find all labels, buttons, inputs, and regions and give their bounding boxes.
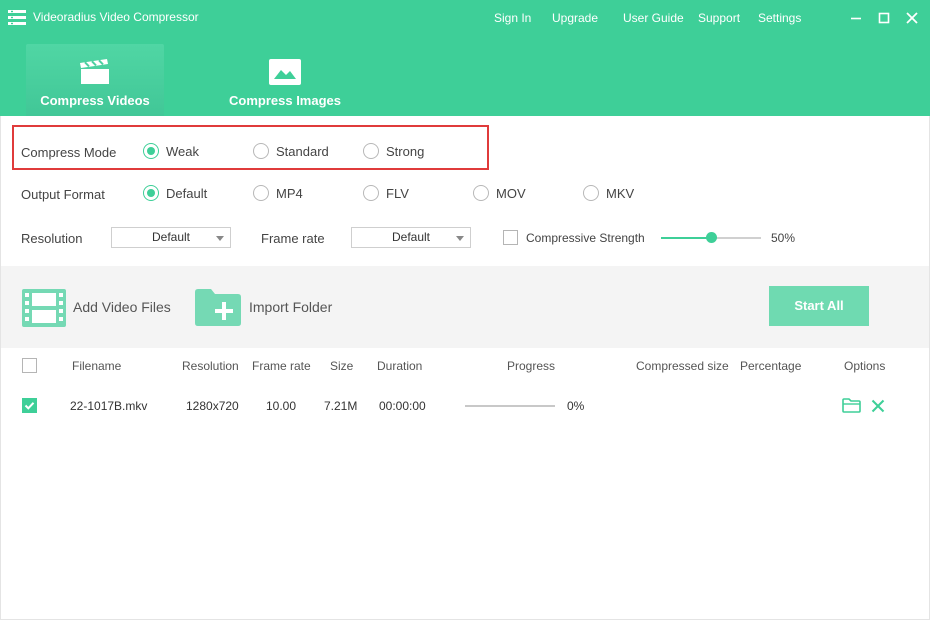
compress-mode-weak-label: Weak (166, 144, 199, 159)
tab-compress-images-label: Compress Images (229, 93, 341, 108)
image-icon (269, 59, 301, 85)
col-options: Options (844, 359, 886, 373)
col-duration: Duration (377, 359, 423, 373)
compress-mode-strong-radio[interactable] (363, 143, 379, 159)
settings-link[interactable]: Settings (758, 11, 801, 25)
output-format-mp4-radio[interactable] (253, 185, 269, 201)
compress-mode-weak-radio[interactable] (143, 143, 159, 159)
output-format-flv-radio[interactable] (363, 185, 379, 201)
resolution-label: Resolution (21, 231, 83, 246)
output-format-flv-label: FLV (386, 186, 409, 201)
output-format-mov-label: MOV (496, 186, 526, 201)
col-percentage: Percentage (740, 359, 802, 373)
output-format-mp4-label: MP4 (276, 186, 303, 201)
open-folder-icon[interactable] (842, 398, 861, 413)
title-bar: Videoradius Video Compressor Sign In Upg… (0, 0, 930, 36)
compress-mode-label: Compress Mode (21, 145, 117, 160)
output-format-default-radio[interactable] (143, 185, 159, 201)
frame-rate-select[interactable]: Default (351, 227, 471, 248)
output-format-mov-radio[interactable] (473, 185, 489, 201)
resolution-select[interactable]: Default (111, 227, 231, 248)
add-video-files-button[interactable]: Add Video Files (73, 299, 171, 315)
row-progress-bar (465, 405, 555, 407)
row-progress-text: 0% (567, 399, 585, 413)
tab-compress-images[interactable]: Compress Images (218, 44, 352, 116)
window-border-left (0, 116, 1, 620)
col-frame-rate: Frame rate (252, 359, 311, 373)
support-link[interactable]: Support (698, 11, 740, 25)
select-all-checkbox[interactable] (22, 358, 37, 373)
close-icon[interactable] (904, 10, 920, 26)
row-size: 7.21M (324, 399, 358, 413)
frame-rate-label: Frame rate (261, 231, 325, 246)
folder-add-icon[interactable] (195, 288, 241, 326)
delete-icon[interactable] (871, 399, 885, 413)
user-guide-link[interactable]: User Guide (623, 11, 684, 25)
row-filename: 22-1017B.mkv (70, 399, 148, 413)
compressive-strength-value: 50% (771, 231, 796, 245)
col-filename: Filename (72, 359, 122, 373)
start-all-button[interactable]: Start All (769, 286, 869, 326)
output-format-default-label: Default (166, 186, 208, 201)
row-frame-rate: 10.00 (266, 399, 297, 413)
output-format-mkv-label: MKV (606, 186, 635, 201)
output-format-mkv-radio[interactable] (583, 185, 599, 201)
row-duration: 00:00:00 (379, 399, 426, 413)
row-resolution: 1280x720 (186, 399, 239, 413)
col-resolution: Resolution (182, 359, 239, 373)
clapperboard-icon (80, 59, 109, 84)
tab-compress-videos-label: Compress Videos (40, 93, 150, 108)
film-strip-icon[interactable] (22, 289, 66, 327)
col-size: Size (330, 359, 354, 373)
compress-mode-standard-label: Standard (276, 144, 329, 159)
minimize-icon[interactable] (848, 10, 864, 26)
maximize-icon[interactable] (876, 10, 892, 26)
col-compressed-size: Compressed size (636, 359, 729, 373)
compressive-strength-checkbox[interactable] (503, 230, 518, 245)
frame-rate-select-value: Default (391, 230, 431, 244)
resolution-select-value: Default (151, 230, 191, 244)
col-progress: Progress (507, 359, 556, 373)
slider-fill (661, 237, 711, 239)
app-title: Videoradius Video Compressor (33, 10, 199, 24)
check-icon (24, 402, 35, 410)
sign-in-link[interactable]: Sign In (494, 11, 531, 25)
slider-thumb[interactable] (705, 232, 717, 243)
output-format-label: Output Format (21, 187, 105, 202)
chevron-down-icon (216, 236, 224, 241)
import-folder-button[interactable]: Import Folder (249, 299, 332, 315)
row-checkbox[interactable] (22, 398, 37, 413)
compress-mode-standard-radio[interactable] (253, 143, 269, 159)
tab-compress-videos[interactable]: Compress Videos (26, 44, 164, 116)
app-logo-icon (8, 10, 26, 25)
upgrade-link[interactable]: Upgrade (552, 11, 598, 25)
chevron-down-icon (456, 236, 464, 241)
compress-mode-strong-label: Strong (386, 144, 425, 159)
compressive-strength-label: Compressive Strength (526, 231, 645, 245)
